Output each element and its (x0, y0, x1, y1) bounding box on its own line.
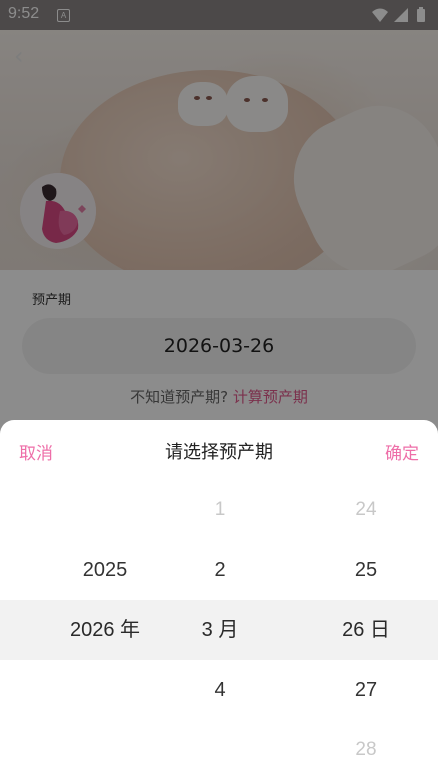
day-option[interactable]: 27 (296, 660, 436, 720)
day-option[interactable]: 28 (296, 720, 436, 778)
confirm-button[interactable]: 确定 (385, 439, 419, 464)
month-option[interactable]: 1 (150, 480, 290, 540)
month-option[interactable]: 2 (150, 540, 290, 600)
date-picker-sheet: 取消 请选择预产期 确定 2025 2026 年 1 2 3 月 4 24 25… (0, 420, 438, 778)
day-selected[interactable]: 26 日 (296, 600, 436, 660)
day-option[interactable]: 25 (296, 540, 436, 600)
picker-title: 请选择预产期 (165, 442, 273, 463)
month-selected[interactable]: 3 月 (150, 600, 290, 660)
month-option[interactable]: 4 (150, 660, 290, 720)
day-option[interactable]: 24 (296, 480, 436, 540)
